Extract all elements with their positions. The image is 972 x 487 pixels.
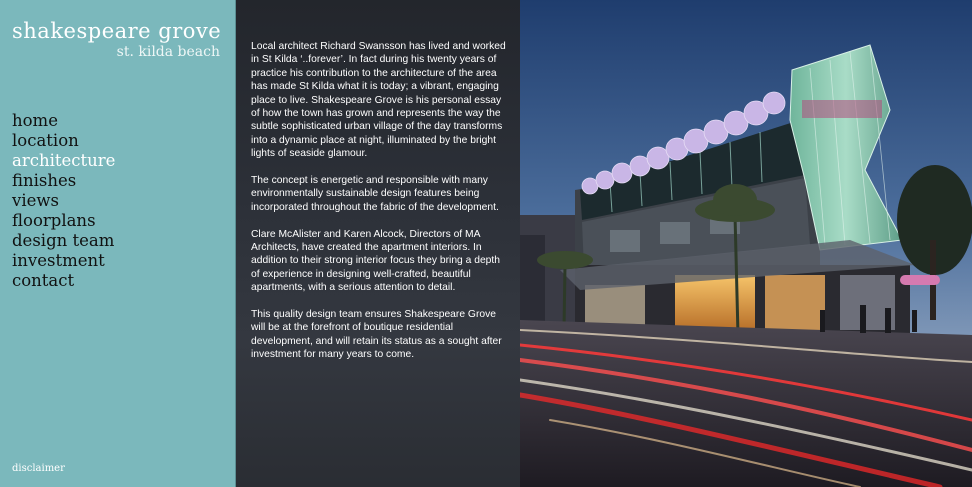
paragraph-2: The concept is energetic and responsible… bbox=[251, 175, 499, 213]
nav-item-finishes[interactable]: finishes bbox=[12, 171, 115, 191]
building-rendering-image bbox=[520, 0, 972, 487]
paragraph-1: Local architect Richard Swansson has liv… bbox=[251, 41, 506, 160]
nav-item-home[interactable]: home bbox=[12, 111, 115, 131]
brand-subtitle: st. kilda beach bbox=[116, 44, 220, 60]
nav-item-architecture[interactable]: architecture bbox=[12, 151, 115, 171]
nav-item-floorplans[interactable]: floorplans bbox=[12, 211, 115, 231]
nav-item-contact[interactable]: contact bbox=[12, 271, 115, 291]
paragraph-3: Clare McAlister and Karen Alcock, Direct… bbox=[251, 228, 500, 294]
article-copy: Local architect Richard Swansson has liv… bbox=[251, 40, 507, 375]
nav-item-views[interactable]: views bbox=[12, 191, 115, 211]
main-nav: home location architecture finishes view… bbox=[12, 111, 115, 291]
sidebar: shakespeare grove st. kilda beach home l… bbox=[0, 0, 236, 487]
nav-item-investment[interactable]: investment bbox=[12, 251, 115, 271]
paragraph-4: This quality design team ensures Shakesp… bbox=[251, 309, 502, 361]
nav-item-location[interactable]: location bbox=[12, 131, 115, 151]
nav-item-design-team[interactable]: design team bbox=[12, 231, 115, 251]
brand-title: shakespeare grove bbox=[12, 19, 222, 43]
disclaimer-link[interactable]: disclaimer bbox=[12, 463, 65, 474]
content-panel: Local architect Richard Swansson has liv… bbox=[236, 0, 520, 487]
brand-logo[interactable]: shakespeare grove st. kilda beach bbox=[12, 19, 222, 60]
